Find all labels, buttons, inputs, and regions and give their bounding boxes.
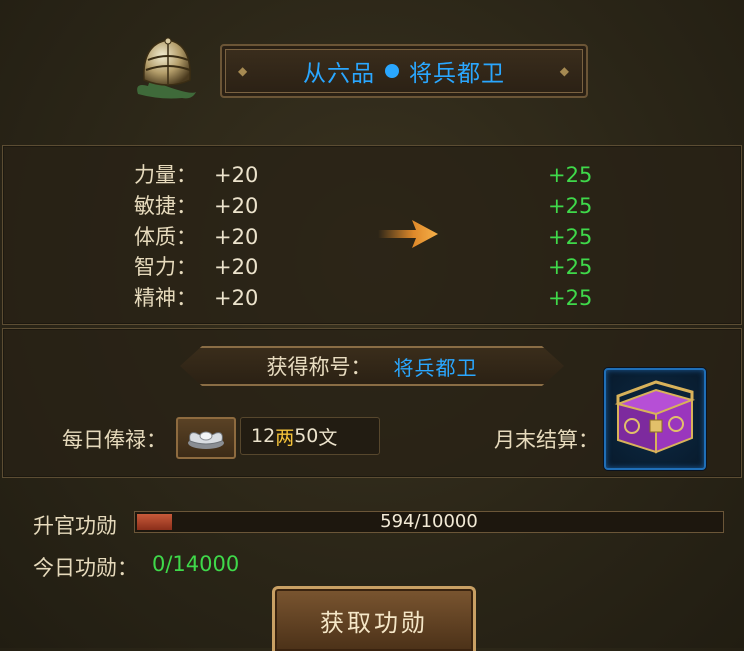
silver-ingot-button[interactable] <box>176 417 236 459</box>
attribute-next: +25 <box>548 286 593 310</box>
attribute-label: 敏捷： <box>134 194 197 218</box>
earn-merit-button[interactable]: 获取功勋 <box>272 586 476 651</box>
salary-unit-liang: 两 <box>275 426 295 449</box>
attribute-next: +25 <box>548 163 593 187</box>
rank-dot-icon <box>385 64 399 78</box>
treasure-chest-button[interactable] <box>604 368 706 470</box>
salary-amount: 12 <box>251 425 276 447</box>
attribute-next: +25 <box>548 225 593 249</box>
today-merit-value: 0/14000 <box>152 552 240 576</box>
ornament-icon: ◆ <box>238 64 249 78</box>
salary-box: 12 两 50 文 <box>240 417 380 455</box>
attribute-label: 力量： <box>134 163 197 187</box>
ornament-icon: ◆ <box>559 64 570 78</box>
monthly-settlement-label: 月末结算： <box>494 428 599 452</box>
merit-progress-text: 594/10000 <box>380 511 478 532</box>
treasure-chest-icon <box>614 380 696 454</box>
rank-plaque: ◆ 从六品 将兵都卫 ◆ <box>220 44 588 98</box>
attribute-current: +20 <box>214 163 259 187</box>
attribute-current: +20 <box>214 286 259 310</box>
daily-salary-label: 每日俸禄： <box>62 428 167 452</box>
attribute-next: +25 <box>548 255 593 279</box>
title-label: 获得称号： <box>266 355 372 379</box>
attribute-next: +25 <box>548 194 593 218</box>
title-banner: 获得称号： 将兵都卫 <box>180 346 564 386</box>
merit-progress-bar: 594/10000 <box>134 511 724 533</box>
attribute-label: 智力： <box>134 255 197 279</box>
attribute-current: +20 <box>214 194 259 218</box>
today-merit-label: 今日功勋： <box>33 556 138 580</box>
salary-amount-wen: 50 <box>294 425 319 447</box>
attribute-label: 精神： <box>134 286 197 310</box>
salary-unit-wen: 文 <box>318 426 338 449</box>
arrow-right-icon <box>376 214 440 254</box>
rank-grade: 从六品 <box>303 61 375 87</box>
attribute-label: 体质： <box>134 225 197 249</box>
silver-ingot-icon <box>188 431 224 449</box>
attribute-current: +20 <box>214 255 259 279</box>
rank-title: 将兵都卫 <box>409 61 505 87</box>
attribute-current: +20 <box>214 225 259 249</box>
title-value: 将兵都卫 <box>393 355 478 380</box>
attribute-panel <box>2 145 742 325</box>
helmet-icon <box>130 34 202 104</box>
promotion-merit-label: 升官功勋 <box>33 514 117 538</box>
